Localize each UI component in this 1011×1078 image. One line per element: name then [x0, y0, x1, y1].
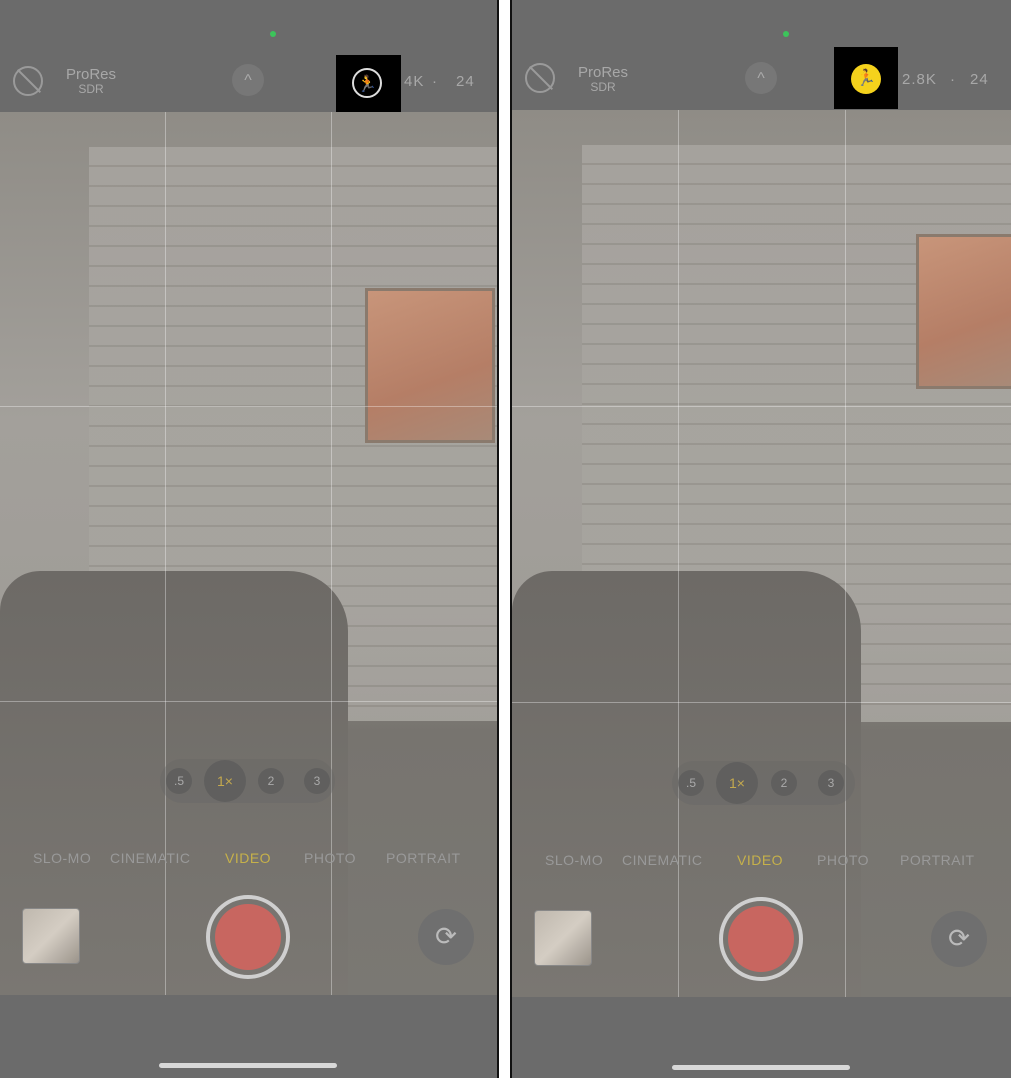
- action-mode-off-icon: 🏃: [352, 68, 382, 98]
- separator: ·: [432, 73, 438, 90]
- last-photo-thumbnail[interactable]: [534, 910, 592, 966]
- separator: ·: [950, 71, 956, 88]
- mode-cinematic[interactable]: CINEMATIC: [110, 850, 190, 866]
- record-icon: [215, 904, 281, 970]
- last-photo-thumbnail[interactable]: [22, 908, 80, 964]
- grid-line: [512, 702, 1011, 703]
- zoom-1x[interactable]: 1×: [204, 760, 246, 802]
- zoom-1x[interactable]: 1×: [716, 762, 758, 804]
- mode-video[interactable]: VIDEO: [225, 850, 271, 866]
- mode-portrait[interactable]: PORTRAIT: [900, 852, 975, 868]
- horse-painting: [365, 288, 495, 443]
- prores-toggle[interactable]: ProRes SDR: [578, 64, 629, 94]
- chevron-up-icon[interactable]: ^: [232, 64, 264, 96]
- mode-photo[interactable]: PHOTO: [817, 852, 869, 868]
- camera-indicator-dot: [783, 31, 789, 37]
- grid-line: [0, 701, 497, 702]
- horse-painting: [916, 234, 1011, 389]
- record-button[interactable]: [719, 897, 803, 981]
- zoom-selector: .5 1× 2 3: [160, 759, 335, 803]
- prores-label: ProRes: [66, 66, 117, 83]
- action-mode-on-icon: 🏃: [851, 64, 881, 94]
- chevron-up-icon[interactable]: ^: [745, 62, 777, 94]
- prores-sub-label: SDR: [590, 80, 616, 94]
- flip-camera-icon[interactable]: ⟳: [418, 909, 474, 965]
- mode-cinematic[interactable]: CINEMATIC: [622, 852, 702, 868]
- mode-slo-mo[interactable]: SLO-MO: [33, 850, 91, 866]
- record-button[interactable]: [206, 895, 290, 979]
- camera-screen-action-on: ProRes SDR ^ 🏃 2.8K · 24 .5 1× 2 3 SLO-MO…: [512, 0, 1011, 1078]
- zoom-3[interactable]: 3: [818, 770, 844, 796]
- action-mode-button[interactable]: 🏃: [834, 47, 898, 109]
- grid-line: [0, 406, 497, 407]
- zoom-2[interactable]: 2: [771, 770, 797, 796]
- mode-video[interactable]: VIDEO: [737, 852, 783, 868]
- divider: [497, 0, 499, 1078]
- camera-screen-action-off: ProRes SDR ^ 🏃 4K · 24 .5 1× 2 3 SLO-MO C…: [0, 0, 497, 1078]
- home-indicator[interactable]: [159, 1063, 337, 1068]
- fps-label[interactable]: 24: [456, 73, 475, 90]
- zoom-2[interactable]: 2: [258, 768, 284, 794]
- prores-sub-label: SDR: [78, 82, 104, 96]
- camera-indicator-dot: [270, 31, 276, 37]
- zoom-selector: .5 1× 2 3: [672, 761, 855, 805]
- action-mode-button[interactable]: 🏃: [336, 55, 401, 113]
- prores-label: ProRes: [578, 64, 629, 81]
- record-icon: [728, 906, 794, 972]
- zoom-0.5[interactable]: .5: [678, 770, 704, 796]
- flip-camera-icon[interactable]: ⟳: [931, 911, 987, 967]
- flash-off-icon[interactable]: [13, 66, 43, 96]
- zoom-3[interactable]: 3: [304, 768, 330, 794]
- home-indicator[interactable]: [672, 1065, 850, 1070]
- mode-slo-mo[interactable]: SLO-MO: [545, 852, 603, 868]
- fps-label[interactable]: 24: [970, 71, 989, 88]
- flash-off-icon[interactable]: [525, 63, 555, 93]
- grid-line: [512, 406, 1011, 407]
- resolution-label[interactable]: 4K: [404, 73, 424, 90]
- zoom-0.5[interactable]: .5: [166, 768, 192, 794]
- mode-photo[interactable]: PHOTO: [304, 850, 356, 866]
- prores-toggle[interactable]: ProRes SDR: [66, 66, 117, 96]
- resolution-label[interactable]: 2.8K: [902, 71, 937, 88]
- mode-portrait[interactable]: PORTRAIT: [386, 850, 461, 866]
